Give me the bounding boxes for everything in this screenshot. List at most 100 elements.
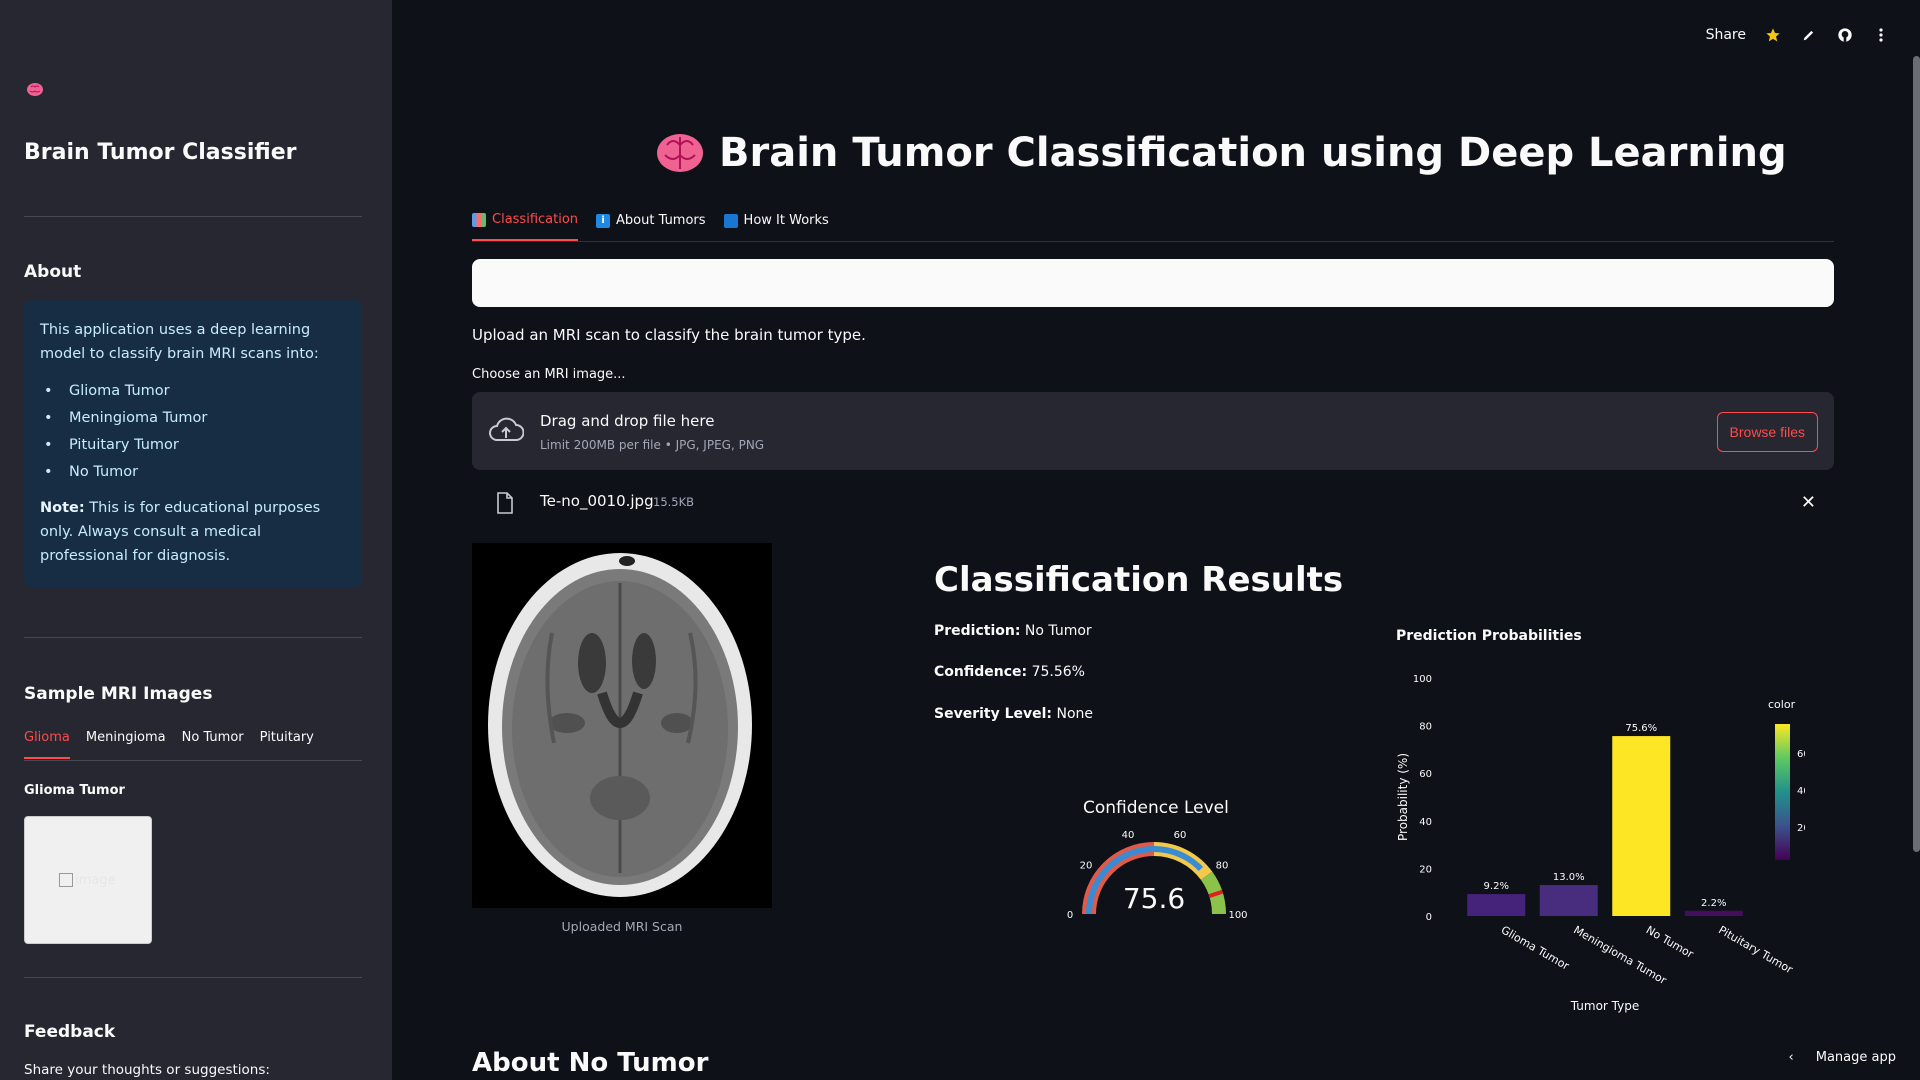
feedback-subtext: Share your thoughts or suggestions:: [24, 1062, 270, 1078]
data-label: 75.6%: [1625, 723, 1657, 734]
samples-heading: Sample MRI Images: [24, 684, 213, 704]
y-tick-label: 80: [1419, 722, 1432, 733]
star-icon[interactable]: [1764, 26, 1782, 44]
colorbar-tick-label: 60: [1797, 749, 1805, 760]
y-tick-label: 60: [1419, 769, 1432, 780]
file-icon: [497, 492, 513, 514]
main-tabs: Classification i About Tumors How It Wor…: [472, 212, 829, 241]
list-item: Pituitary Tumor: [40, 432, 346, 459]
remove-file-icon[interactable]: ✕: [1801, 492, 1816, 513]
bar: [1684, 910, 1743, 916]
chart-title: Prediction Probabilities: [1396, 628, 1582, 644]
sidebar: Brain Tumor Classifier About This applic…: [0, 0, 392, 1080]
file-uploader-label: Choose an MRI image...: [472, 367, 626, 382]
gauge-tick-label: 20: [1080, 861, 1093, 872]
book-icon: [723, 213, 738, 228]
results-title: Classification Results: [934, 560, 1344, 600]
list-item: Meningioma Tumor: [40, 405, 346, 432]
share-button[interactable]: Share: [1706, 27, 1746, 43]
image-alt-text: image: [75, 872, 116, 888]
gauge-title: Confidence Level: [1083, 798, 1229, 818]
tab-classification[interactable]: Classification: [472, 212, 579, 241]
tabs-divider: [24, 760, 362, 761]
prediction-line: Prediction: No Tumor: [934, 623, 1092, 639]
list-item: Glioma Tumor: [40, 378, 346, 405]
gauge-tick-label: 80: [1216, 861, 1229, 872]
colorbar: [1775, 724, 1790, 860]
scrollbar[interactable]: [1913, 56, 1920, 852]
mri-scan-picture: [472, 543, 772, 908]
about-intro: This application uses a deep learning mo…: [40, 322, 319, 362]
divider: [24, 977, 362, 978]
data-label: 13.0%: [1553, 872, 1585, 883]
dropzone-limit: Limit 200MB per file • JPG, JPEG, PNG: [540, 438, 765, 452]
y-tick-label: 40: [1419, 817, 1432, 828]
gauge-tick-label: 100: [1228, 910, 1247, 921]
confidence-value: 75.56%: [1031, 664, 1085, 680]
bar: [1539, 885, 1598, 916]
info-icon: i: [596, 213, 611, 228]
file-name: Te-no_0010.jpg: [540, 492, 654, 510]
sample-label: Glioma Tumor: [24, 783, 125, 798]
x-axis-label: Tumor Type: [1570, 999, 1639, 1013]
github-icon[interactable]: [1836, 26, 1854, 44]
about-prediction-heading: About No Tumor: [472, 1048, 709, 1078]
image-caption: Uploaded MRI Scan: [561, 919, 683, 934]
class-list: Glioma Tumor Meningioma Tumor Pituitary …: [40, 378, 346, 486]
divider: [24, 637, 362, 638]
y-tick-label: 0: [1426, 912, 1432, 923]
browse-files-button[interactable]: Browse files: [1716, 412, 1818, 452]
bar-chart-icon: [472, 212, 486, 227]
note: Note: This is for educational purposes o…: [40, 496, 346, 568]
edit-icon[interactable]: [1800, 26, 1818, 44]
confidence-label: Confidence:: [934, 664, 1028, 680]
about-info-box: This application uses a deep learning mo…: [24, 300, 362, 588]
list-item: No Tumor: [40, 459, 346, 486]
brain-icon: [657, 134, 703, 172]
tab-about-tumors[interactable]: i About Tumors: [596, 212, 706, 241]
uploaded-file-row: Te-no_0010.jpg 15.5KB ✕: [472, 484, 1834, 520]
sample-image: image: [24, 816, 152, 944]
x-tick-label: Glioma Tumor: [1499, 923, 1572, 973]
colorbar-tick-label: 20: [1797, 823, 1805, 834]
gauge-tick-label: 0: [1067, 910, 1073, 921]
colorbar-title: color: [1768, 698, 1796, 711]
manage-app-button[interactable]: ‹ Manage app: [1789, 1050, 1896, 1065]
file-dropzone[interactable]: Drag and drop file here Limit 200MB per …: [472, 392, 1834, 470]
tab-how-it-works[interactable]: How It Works: [723, 212, 829, 241]
tab-no-tumor[interactable]: No Tumor: [182, 730, 244, 759]
tab-label: How It Works: [743, 213, 829, 228]
chevron-left-icon: ‹: [1788, 1050, 1794, 1065]
tab-label: Classification: [492, 212, 579, 227]
page-title: Brain Tumor Classification using Deep Le…: [655, 130, 1787, 176]
brain-icon: [27, 83, 43, 96]
upload-instruction: Upload an MRI scan to classify the brain…: [472, 326, 866, 344]
gauge-tick-label: 40: [1122, 830, 1135, 841]
dropzone-title: Drag and drop file here: [540, 412, 715, 430]
tab-meningioma[interactable]: Meningioma: [86, 730, 166, 759]
bar: [1467, 894, 1526, 916]
tab-pituitary[interactable]: Pituitary: [260, 730, 314, 759]
broken-image-icon: [59, 873, 73, 887]
y-tick-label: 20: [1419, 864, 1432, 875]
gauge-value: 75.6: [1123, 882, 1185, 915]
white-banner: [472, 259, 1834, 307]
tab-label: About Tumors: [616, 213, 706, 228]
feedback-heading: Feedback: [24, 1022, 116, 1042]
severity-line: Severity Level: None: [934, 706, 1093, 722]
top-toolbar: Share: [1706, 26, 1890, 44]
x-tick-label: Pituitary Tumor: [1716, 923, 1795, 976]
confidence-gauge: 0 20 40 60 80 100 75.6: [1067, 830, 1248, 921]
prediction-label: Prediction:: [934, 623, 1021, 639]
more-menu-icon[interactable]: [1872, 26, 1890, 44]
y-axis-label: Probability (%): [1396, 753, 1410, 841]
confidence-line: Confidence: 75.56%: [934, 664, 1085, 680]
note-label: Note:: [40, 500, 85, 516]
uploaded-mri-image: [472, 543, 772, 908]
tab-glioma[interactable]: Glioma: [24, 730, 70, 759]
data-label: 2.2%: [1701, 898, 1726, 909]
y-tick-label: 100: [1413, 674, 1432, 685]
prediction-value: No Tumor: [1024, 623, 1092, 639]
bar: [1612, 736, 1671, 916]
divider: [24, 216, 362, 217]
